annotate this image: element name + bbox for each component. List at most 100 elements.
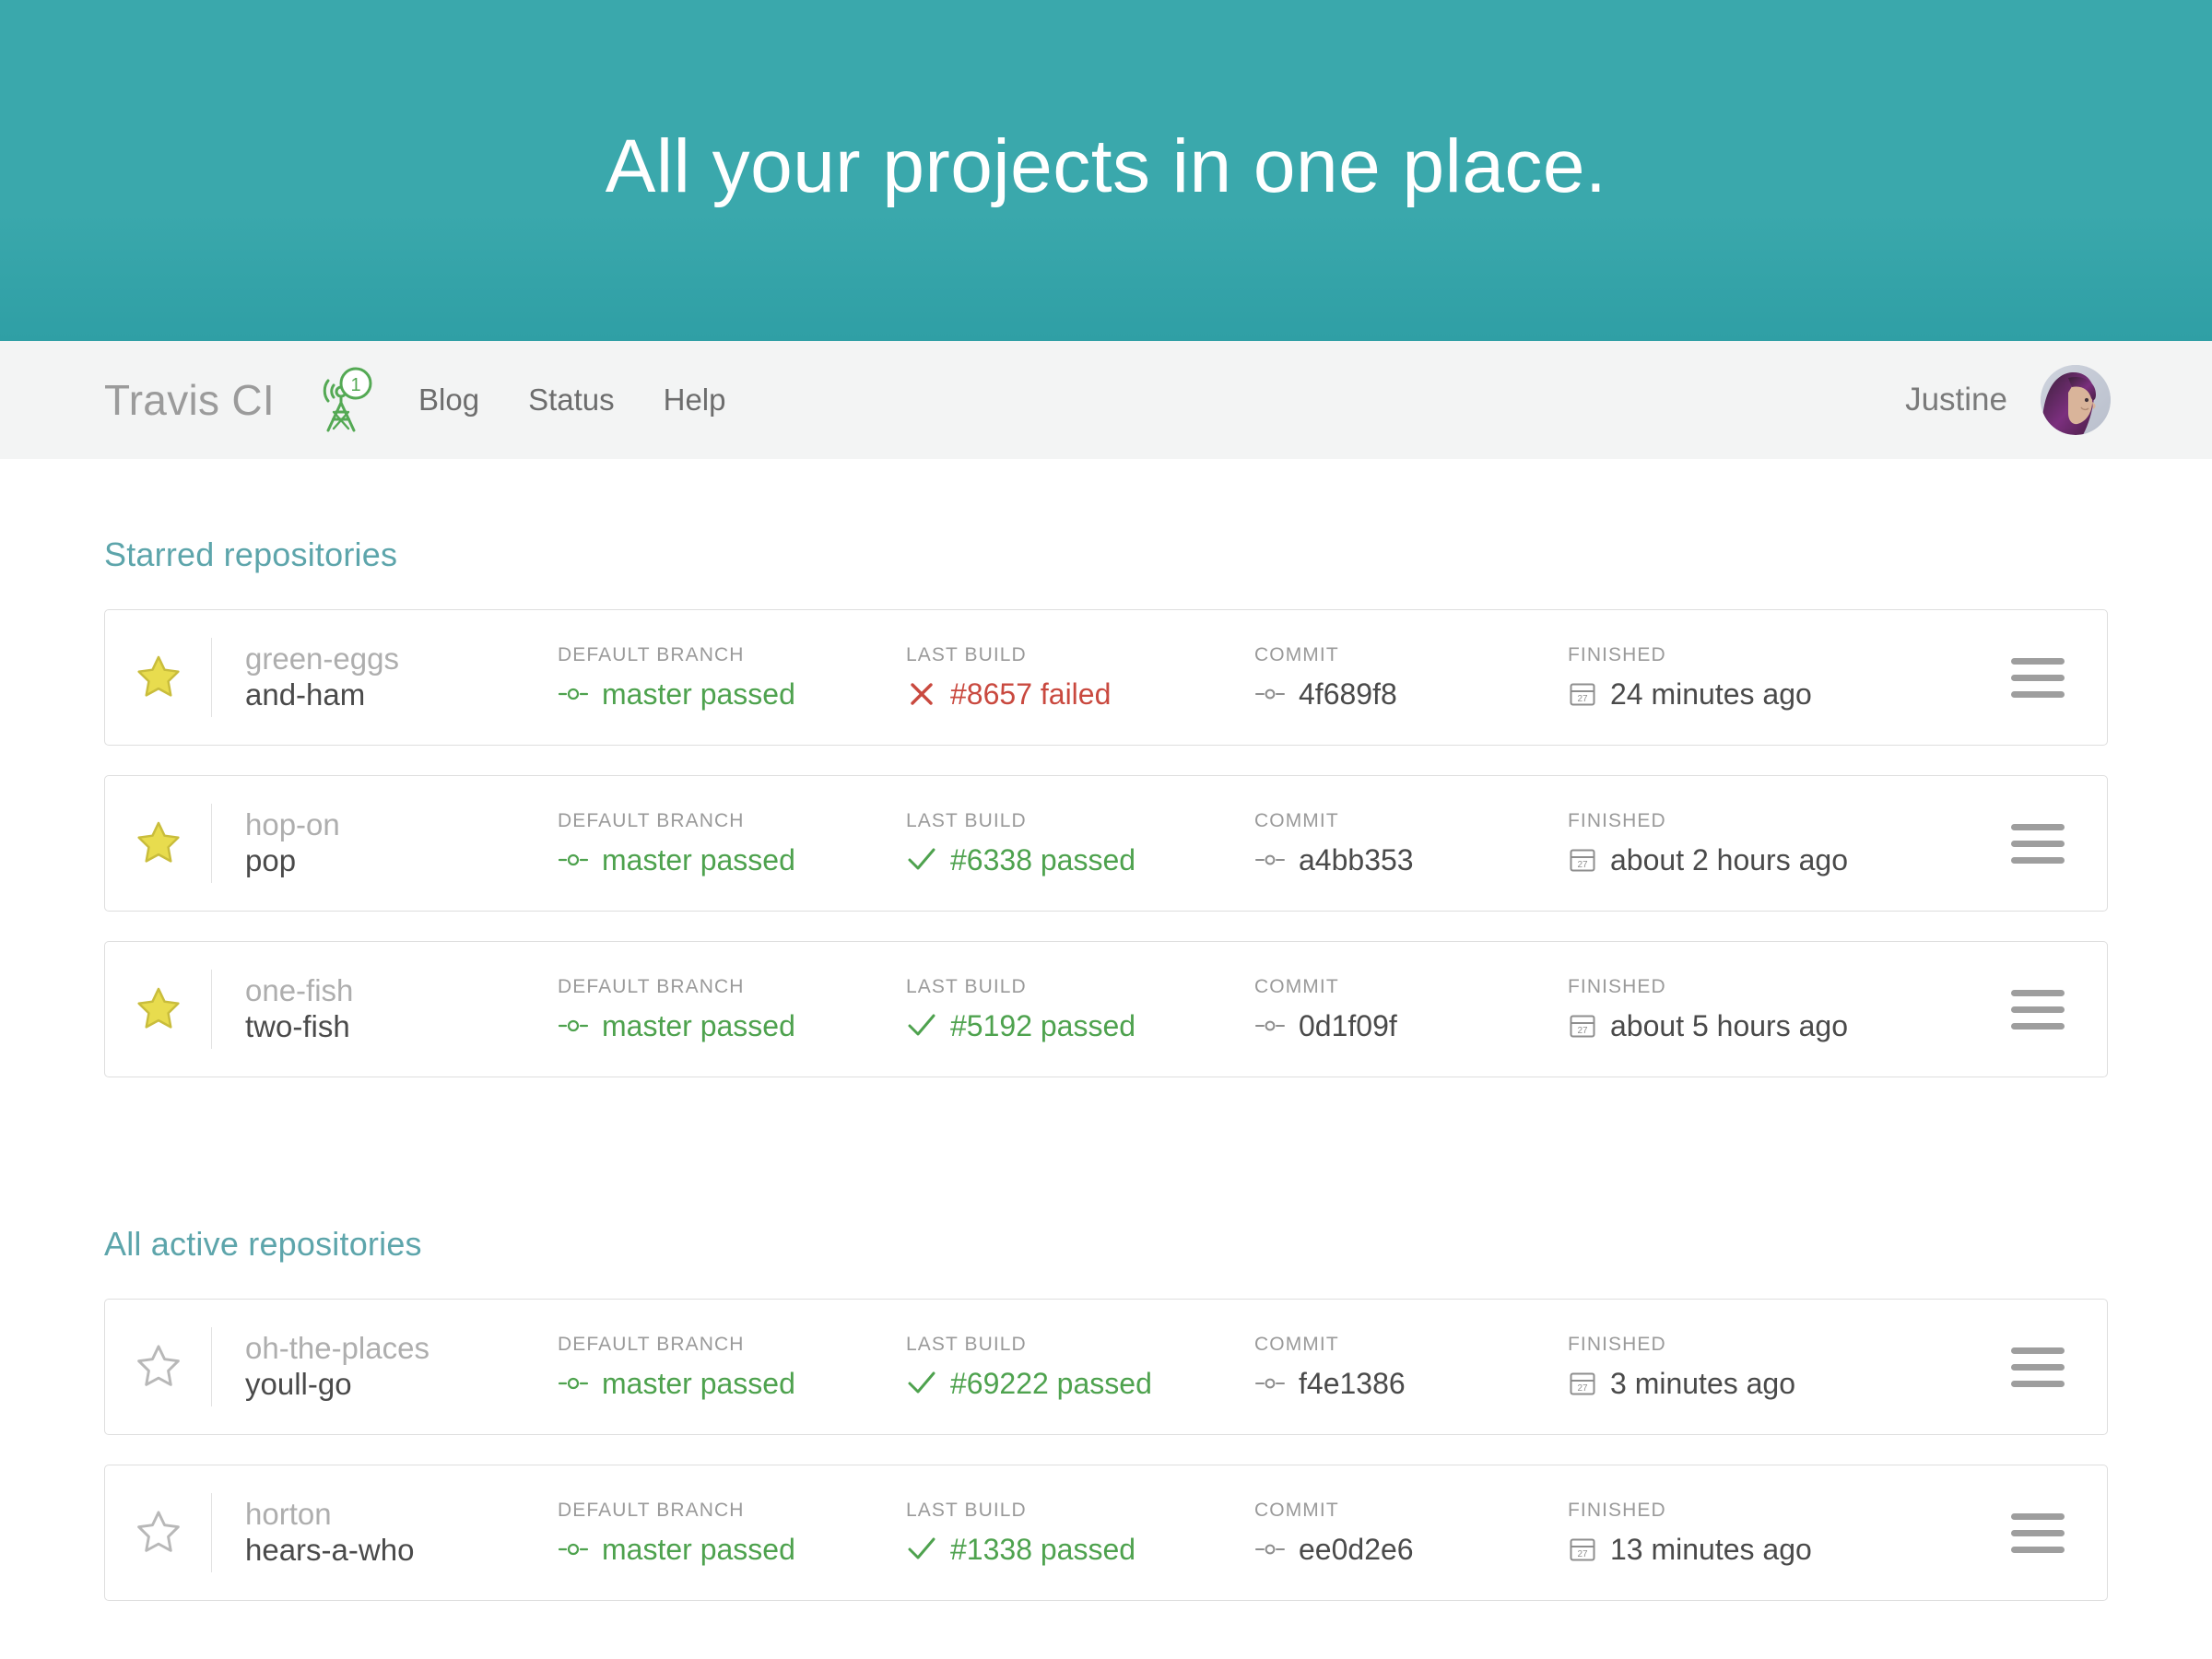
calendar-icon: 27 <box>1568 845 1597 875</box>
branch-status-text: master passed <box>602 677 795 711</box>
last-build-text: #69222 passed <box>950 1366 1152 1400</box>
nav-links: Blog Status Help <box>418 382 726 418</box>
finished-value: 27 3 minutes ago <box>1568 1367 1909 1401</box>
default-branch-value[interactable]: master passed <box>558 1367 906 1401</box>
star-toggle[interactable] <box>105 1300 211 1434</box>
commit-value[interactable]: 4f689f8 <box>1254 677 1568 712</box>
repo-name-cell[interactable]: horton hears-a-who <box>212 1465 558 1600</box>
repo-owner: horton <box>245 1497 332 1532</box>
repo-name-cell[interactable]: one-fish two-fish <box>212 942 558 1077</box>
user-name[interactable]: Justine <box>1905 382 2007 418</box>
repo-name: pop <box>245 843 297 877</box>
commit-node-icon <box>1254 848 1286 872</box>
default-branch-cell: DEFAULT BRANCH master passed <box>558 942 906 1077</box>
branch-status-text: master passed <box>602 842 795 877</box>
table-row[interactable]: horton hears-a-who DEFAULT BRANCH master… <box>104 1465 2108 1601</box>
navbar-right: Justine <box>1905 365 2111 435</box>
commit-value[interactable]: f4e1386 <box>1254 1367 1568 1401</box>
default-branch-value[interactable]: master passed <box>558 677 906 712</box>
row-menu-cell[interactable] <box>1969 776 2107 911</box>
nav-link-status[interactable]: Status <box>528 382 615 418</box>
default-branch-value[interactable]: master passed <box>558 843 906 877</box>
broadcast-tower-icon[interactable]: 1 <box>315 366 376 434</box>
finished-cell: FINISHED 27 3 minutes ago <box>1568 1300 1909 1434</box>
branch-icon <box>558 682 589 706</box>
finished-label: FINISHED <box>1568 1333 1666 1355</box>
repo-owner: oh-the-places <box>245 1331 429 1366</box>
failed-x-icon <box>906 680 937 708</box>
default-branch-cell: DEFAULT BRANCH master passed <box>558 1300 906 1434</box>
row-menu-cell[interactable] <box>1969 942 2107 1077</box>
commit-value[interactable]: 0d1f09f <box>1254 1009 1568 1043</box>
default-branch-value[interactable]: master passed <box>558 1009 906 1043</box>
avatar[interactable] <box>2041 365 2111 435</box>
calendar-icon: 27 <box>1568 1369 1597 1398</box>
last-build-label: LAST BUILD <box>906 643 1027 665</box>
last-build-label: LAST BUILD <box>906 809 1027 831</box>
row-menu-cell[interactable] <box>1969 1300 2107 1434</box>
star-toggle[interactable] <box>105 610 211 745</box>
finished-time: 13 minutes ago <box>1610 1532 1812 1566</box>
default-branch-label: DEFAULT BRANCH <box>558 975 745 997</box>
finished-cell: FINISHED 27 about 2 hours ago <box>1568 776 1909 911</box>
finished-cell: FINISHED 27 24 minutes ago <box>1568 610 1909 745</box>
commit-node-icon <box>1254 1371 1286 1395</box>
svg-text:27: 27 <box>1577 1026 1588 1036</box>
table-row[interactable]: oh-the-places youll-go DEFAULT BRANCH ma… <box>104 1299 2108 1435</box>
passed-check-icon <box>906 1370 937 1397</box>
commit-label: COMMIT <box>1254 1499 1339 1521</box>
star-toggle[interactable] <box>105 776 211 911</box>
default-branch-cell: DEFAULT BRANCH master passed <box>558 776 906 911</box>
svg-text:27: 27 <box>1577 860 1588 870</box>
last-build-value[interactable]: #8657 failed <box>906 677 1254 712</box>
finished-label: FINISHED <box>1568 1499 1666 1521</box>
finished-time: about 5 hours ago <box>1610 1008 1848 1042</box>
row-menu-icon[interactable] <box>2011 1347 2065 1387</box>
star-toggle[interactable] <box>105 1465 211 1600</box>
svg-text:27: 27 <box>1577 1549 1588 1559</box>
repo-name-cell[interactable]: hop-on pop <box>212 776 558 911</box>
row-menu-cell[interactable] <box>1969 610 2107 745</box>
branch-icon <box>558 848 589 872</box>
table-row[interactable]: hop-on pop DEFAULT BRANCH master passed … <box>104 775 2108 912</box>
calendar-icon: 27 <box>1568 1011 1597 1041</box>
last-build-value[interactable]: #6338 passed <box>906 843 1254 877</box>
default-branch-cell: DEFAULT BRANCH master passed <box>558 610 906 745</box>
commit-hash: 4f689f8 <box>1299 677 1397 711</box>
repo-name-cell[interactable]: green-eggs and-ham <box>212 610 558 745</box>
row-menu-icon[interactable] <box>2011 657 2065 698</box>
last-build-value[interactable]: #1338 passed <box>906 1533 1254 1567</box>
section-title-active: All active repositories <box>104 1225 422 1263</box>
last-build-cell: LAST BUILD #5192 passed <box>906 942 1254 1077</box>
svg-text:27: 27 <box>1577 1383 1588 1394</box>
star-toggle[interactable] <box>105 942 211 1077</box>
default-branch-value[interactable]: master passed <box>558 1533 906 1567</box>
repo-name-cell[interactable]: oh-the-places youll-go <box>212 1300 558 1434</box>
table-row[interactable]: one-fish two-fish DEFAULT BRANCH master … <box>104 941 2108 1077</box>
commit-value[interactable]: ee0d2e6 <box>1254 1533 1568 1567</box>
brand-logo[interactable]: Travis CI <box>104 375 275 425</box>
repo-owner: hop-on <box>245 807 340 842</box>
last-build-cell: LAST BUILD #69222 passed <box>906 1300 1254 1434</box>
commit-cell: COMMIT f4e1386 <box>1254 1300 1568 1434</box>
repo-name: and-ham <box>245 677 366 712</box>
last-build-value[interactable]: #5192 passed <box>906 1009 1254 1043</box>
row-menu-cell[interactable] <box>1969 1465 2107 1600</box>
nav-link-blog[interactable]: Blog <box>418 382 479 418</box>
finished-time: about 2 hours ago <box>1610 842 1848 877</box>
row-menu-icon[interactable] <box>2011 989 2065 1030</box>
starred-repositories-list: green-eggs and-ham DEFAULT BRANCH master… <box>104 609 2108 1077</box>
nav-link-help[interactable]: Help <box>664 382 726 418</box>
commit-value[interactable]: a4bb353 <box>1254 843 1568 877</box>
row-menu-icon[interactable] <box>2011 1512 2065 1553</box>
navbar: Travis CI 1 Blog Status Help Justine <box>0 341 2212 459</box>
section-title-starred: Starred repositories <box>104 535 398 573</box>
commit-label: COMMIT <box>1254 975 1339 997</box>
last-build-value[interactable]: #69222 passed <box>906 1367 1254 1401</box>
default-branch-label: DEFAULT BRANCH <box>558 809 745 831</box>
finished-label: FINISHED <box>1568 809 1666 831</box>
row-menu-icon[interactable] <box>2011 823 2065 864</box>
commit-label: COMMIT <box>1254 1333 1339 1355</box>
commit-node-icon <box>1254 682 1286 706</box>
table-row[interactable]: green-eggs and-ham DEFAULT BRANCH master… <box>104 609 2108 746</box>
